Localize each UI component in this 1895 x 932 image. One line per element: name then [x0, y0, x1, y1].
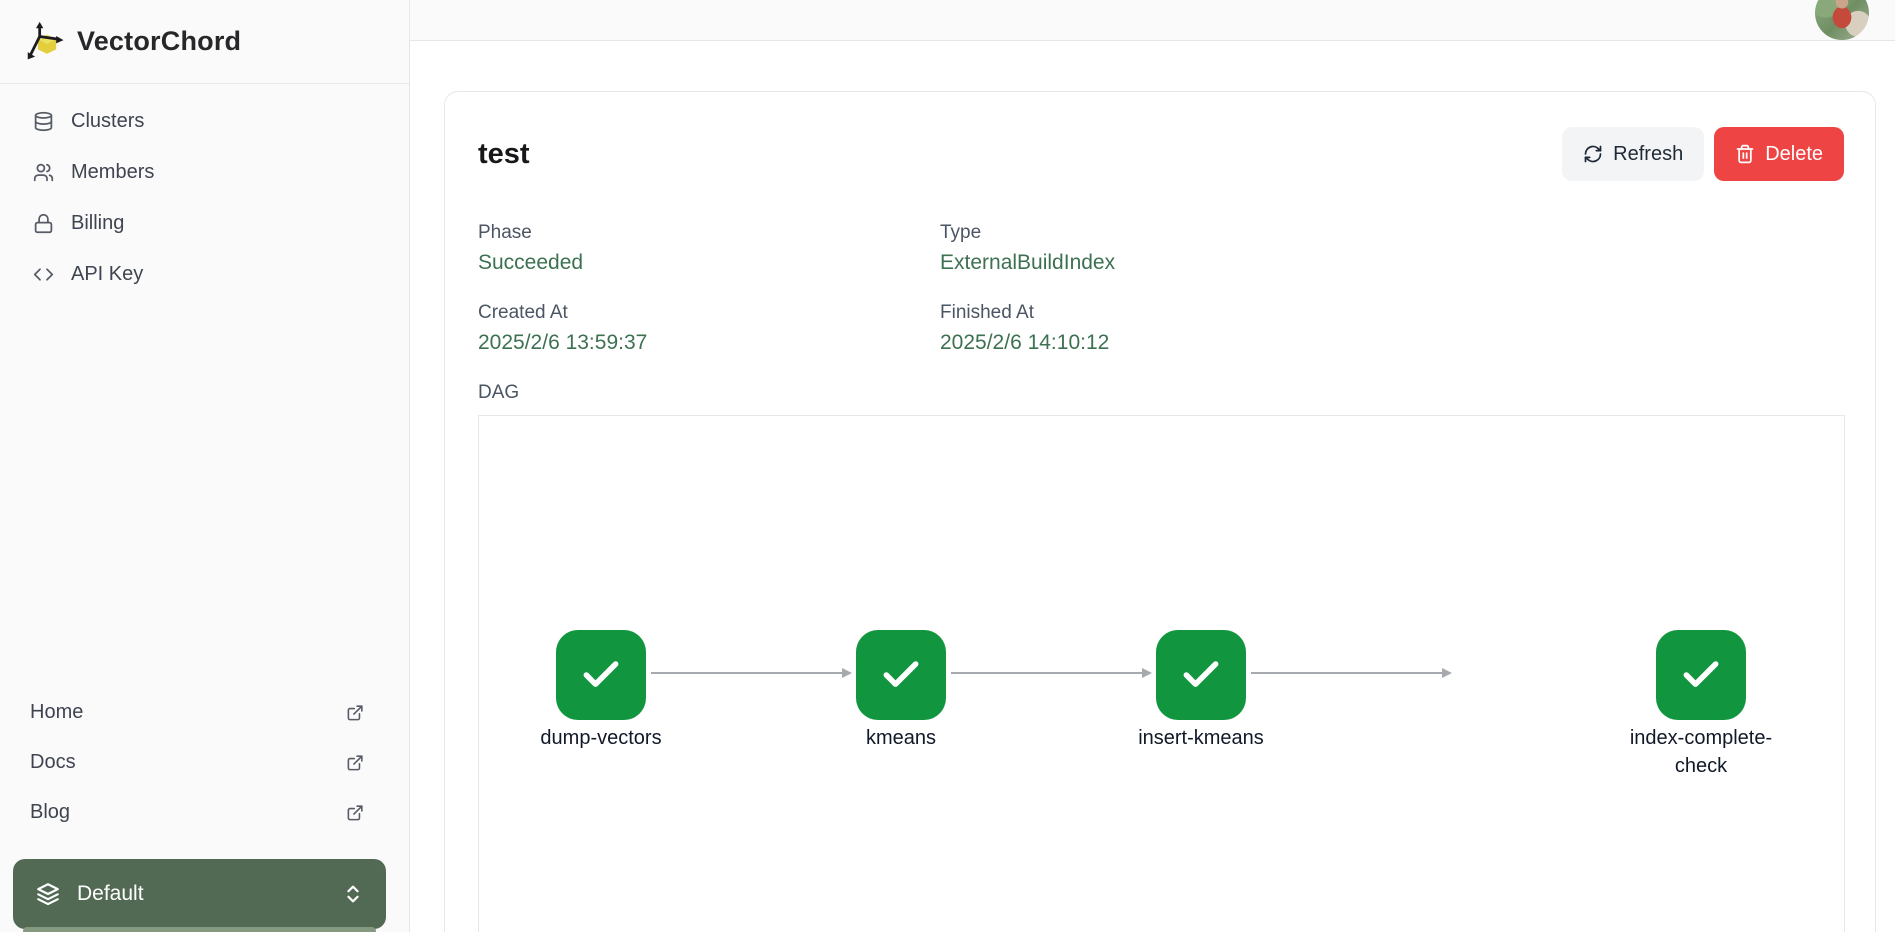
field-label: Phase [478, 221, 940, 245]
dag-canvas[interactable]: dump-vectors kmeans insert-kmeans index-… [478, 415, 1845, 932]
dag-edge [951, 672, 1143, 674]
field-label: Finished At [940, 301, 1844, 325]
lock-icon [33, 213, 54, 234]
field-value-finished-at: 2025/2/6 14:10:12 [940, 329, 1844, 357]
sidebar-item-clusters[interactable]: Clusters [0, 96, 409, 147]
refresh-button[interactable]: Refresh [1562, 127, 1704, 181]
database-icon [33, 111, 54, 132]
delete-label: Delete [1765, 143, 1823, 166]
external-link-icon [346, 703, 365, 722]
external-link-icon [346, 803, 365, 822]
dag-node-kmeans[interactable] [856, 630, 946, 720]
sidebar-link-home[interactable]: Home [30, 687, 365, 737]
field-value-type: ExternalBuildIndex [940, 249, 1844, 277]
check-icon [879, 653, 923, 697]
sidebar-item-label: Members [71, 161, 154, 184]
brand-name: VectorChord [77, 26, 241, 57]
trash-icon [1735, 144, 1755, 164]
dag-section: DAG [478, 381, 1844, 932]
sidebar-item-members[interactable]: Members [0, 147, 409, 198]
content: test Refresh [410, 41, 1895, 932]
delete-button[interactable]: Delete [1714, 127, 1844, 181]
sidebar-link-label: Blog [30, 801, 70, 824]
sidebar-links: Home Docs Blog [0, 687, 409, 853]
refresh-icon [1583, 144, 1603, 164]
workspace-name: Default [77, 882, 326, 906]
field-phase: Phase Succeeded [478, 221, 940, 277]
dag-node-label: insert-kmeans [1116, 724, 1286, 752]
topbar [410, 0, 1895, 41]
dag-node-label: dump-vectors [516, 724, 686, 752]
page-title: test [478, 138, 530, 171]
workspace-selector[interactable]: Default [13, 859, 386, 929]
code-icon [33, 264, 54, 285]
dag-node-index-complete-check[interactable] [1656, 630, 1746, 720]
dag-node-insert-kmeans[interactable] [1156, 630, 1246, 720]
chevrons-up-down-icon [342, 883, 364, 905]
check-icon [1179, 653, 1223, 697]
field-label: Type [940, 221, 1844, 245]
field-finished-at: Finished At 2025/2/6 14:10:12 [940, 301, 1844, 357]
sidebar-link-label: Home [30, 701, 83, 724]
dag-node-dump-vectors[interactable] [556, 630, 646, 720]
check-icon [1679, 653, 1723, 697]
sidebar-item-label: Billing [71, 212, 124, 235]
sidebar: VectorChord Clusters Members [0, 0, 410, 932]
refresh-label: Refresh [1613, 143, 1683, 166]
field-value-phase: Succeeded [478, 249, 940, 277]
sidebar-item-api-key[interactable]: API Key [0, 249, 409, 300]
field-value-created-at: 2025/2/6 13:59:37 [478, 329, 940, 357]
user-avatar[interactable] [1815, 0, 1869, 40]
sidebar-item-label: Clusters [71, 110, 144, 133]
job-detail-card: test Refresh [444, 91, 1876, 932]
job-fields: Phase Succeeded Type ExternalBuildIndex … [478, 221, 1844, 357]
brand-logo-link[interactable]: VectorChord [0, 0, 409, 84]
dag-node-label: kmeans [816, 724, 986, 752]
layers-icon [35, 881, 61, 907]
sidebar-item-label: API Key [71, 263, 143, 286]
field-created-at: Created At 2025/2/6 13:59:37 [478, 301, 940, 357]
sidebar-nav: Clusters Members Billing [0, 84, 409, 300]
dag-edge [651, 672, 843, 674]
sidebar-link-docs[interactable]: Docs [30, 737, 365, 787]
dag-edge [1251, 672, 1443, 674]
sidebar-link-label: Docs [30, 751, 76, 774]
workspace-stack-edge [23, 927, 376, 932]
check-icon [579, 653, 623, 697]
sidebar-link-blog[interactable]: Blog [30, 787, 365, 837]
sidebar-item-billing[interactable]: Billing [0, 198, 409, 249]
external-link-icon [346, 753, 365, 772]
dag-node-label: index-complete-check [1616, 724, 1786, 780]
field-type: Type ExternalBuildIndex [940, 221, 1844, 277]
main-area: test Refresh [410, 0, 1895, 932]
vectorchord-logo-icon [25, 20, 69, 64]
field-label: Created At [478, 301, 940, 325]
users-icon [33, 162, 54, 183]
dag-label: DAG [478, 381, 1844, 405]
